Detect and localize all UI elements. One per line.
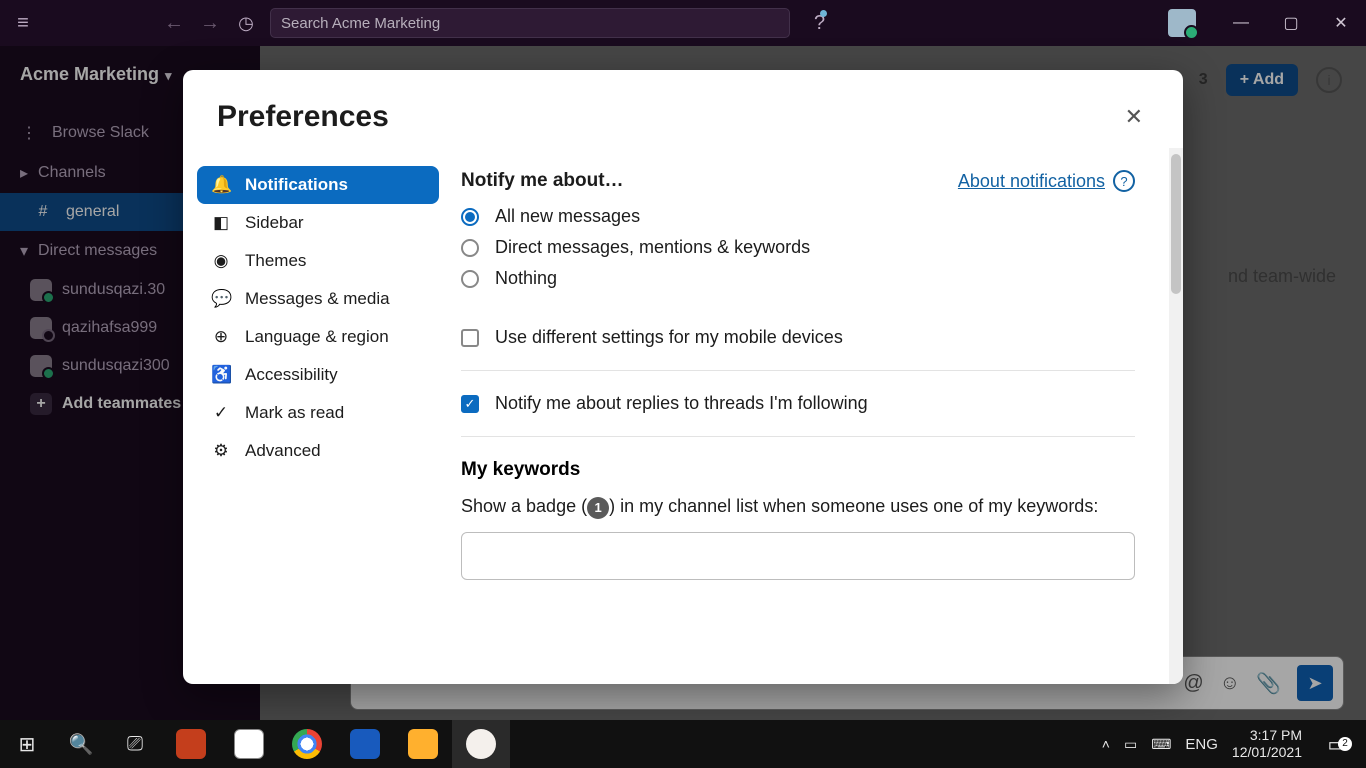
keyboard-icon[interactable]: ⌨ [1151, 736, 1171, 753]
nav-themes[interactable]: ◉Themes [197, 242, 439, 280]
keywords-input[interactable] [461, 532, 1135, 580]
history-icon[interactable]: ◷ [228, 13, 264, 34]
gear-icon: ⚙ [211, 441, 231, 461]
task-view-icon[interactable]: ⎚ [108, 720, 162, 768]
radio-nothing[interactable]: Nothing [461, 268, 1165, 289]
close-icon[interactable]: ✕ [1119, 98, 1149, 136]
back-arrow-icon[interactable]: ← [156, 12, 192, 35]
user-avatar[interactable] [1168, 9, 1196, 37]
scrollbar[interactable] [1169, 148, 1183, 684]
nav-messages-media[interactable]: 💬Messages & media [197, 280, 439, 318]
action-center-icon[interactable]: ▭2 [1316, 732, 1358, 757]
globe-icon: ⊕ [211, 327, 231, 347]
about-notifications-link[interactable]: About notifications ? [958, 170, 1135, 192]
checkbox-icon: ✓ [461, 395, 479, 413]
nav-mark-as-read[interactable]: ✓Mark as read [197, 394, 439, 432]
window-titlebar: ≡ ← → ◷ Search Acme Marketing ? — ▢ ✕ [0, 0, 1366, 46]
app-file-explorer[interactable] [394, 720, 452, 768]
nav-language-region[interactable]: ⊕Language & region [197, 318, 439, 356]
system-tray: ˄ ▭ ⌨ ENG 3:17 PM 12/01/2021 ▭2 [1102, 727, 1366, 761]
message-icon: 💬 [211, 289, 231, 309]
windows-taskbar: ⊞ 🔍 ⎚ ˄ ▭ ⌨ ENG 3:17 PM 12/01/2021 ▭2 [0, 720, 1366, 768]
nav-notifications[interactable]: 🔔Notifications [197, 166, 439, 204]
radio-all-new-messages[interactable]: All new messages [461, 206, 1165, 227]
eye-icon: ◉ [211, 251, 231, 271]
accessibility-icon: ♿ [211, 365, 231, 385]
hamburger-icon[interactable]: ≡ [0, 12, 46, 35]
notify-heading: Notify me about… [461, 170, 624, 192]
search-placeholder: Search Acme Marketing [281, 15, 440, 32]
checkbox-thread-replies[interactable]: ✓ Notify me about replies to threads I'm… [461, 393, 1165, 414]
app-ms-store[interactable] [220, 720, 278, 768]
my-keywords-heading: My keywords [461, 459, 1165, 481]
badge-count-icon: 1 [587, 497, 609, 519]
bell-icon: 🔔 [211, 175, 231, 195]
forward-arrow-icon[interactable]: → [192, 12, 228, 35]
sidebar-icon: ◧ [211, 213, 231, 233]
radio-dm-mentions-keywords[interactable]: Direct messages, mentions & keywords [461, 237, 1165, 258]
start-button[interactable]: ⊞ [0, 720, 54, 768]
checkbox-mobile-settings[interactable]: Use different settings for my mobile dev… [461, 327, 1165, 348]
maximize-icon[interactable]: ▢ [1266, 13, 1316, 33]
radio-icon [461, 239, 479, 257]
dialog-title: Preferences [217, 100, 389, 134]
search-icon[interactable]: 🔍 [54, 720, 108, 768]
minimize-icon[interactable]: — [1216, 14, 1266, 32]
nav-advanced[interactable]: ⚙Advanced [197, 432, 439, 470]
search-input[interactable]: Search Acme Marketing [270, 8, 790, 38]
taskbar-clock[interactable]: 3:17 PM 12/01/2021 [1232, 727, 1302, 761]
checkbox-icon [461, 329, 479, 347]
preferences-nav: 🔔Notifications ◧Sidebar ◉Themes 💬Message… [183, 148, 453, 684]
help-icon[interactable]: ? [814, 12, 825, 35]
app-chrome[interactable] [278, 720, 336, 768]
nav-accessibility[interactable]: ♿Accessibility [197, 356, 439, 394]
divider [461, 370, 1135, 371]
preferences-dialog: Preferences ✕ 🔔Notifications ◧Sidebar ◉T… [183, 70, 1183, 684]
radio-icon [461, 270, 479, 288]
close-window-icon[interactable]: ✕ [1316, 13, 1366, 33]
battery-icon[interactable]: ▭ [1124, 736, 1137, 753]
help-circle-icon: ? [1113, 170, 1135, 192]
preferences-content: Notify me about… About notifications ? A… [453, 148, 1183, 684]
app-slack[interactable] [452, 720, 510, 768]
nav-sidebar[interactable]: ◧Sidebar [197, 204, 439, 242]
divider [461, 436, 1135, 437]
check-icon: ✓ [211, 403, 231, 423]
my-keywords-description: Show a badge (1) in my channel list when… [461, 493, 1135, 520]
radio-icon [461, 208, 479, 226]
tray-chevron-icon[interactable]: ˄ [1102, 736, 1110, 752]
app-word[interactable] [336, 720, 394, 768]
app-powerpoint[interactable] [162, 720, 220, 768]
scrollbar-thumb[interactable] [1171, 154, 1181, 294]
language-indicator[interactable]: ENG [1185, 736, 1218, 753]
